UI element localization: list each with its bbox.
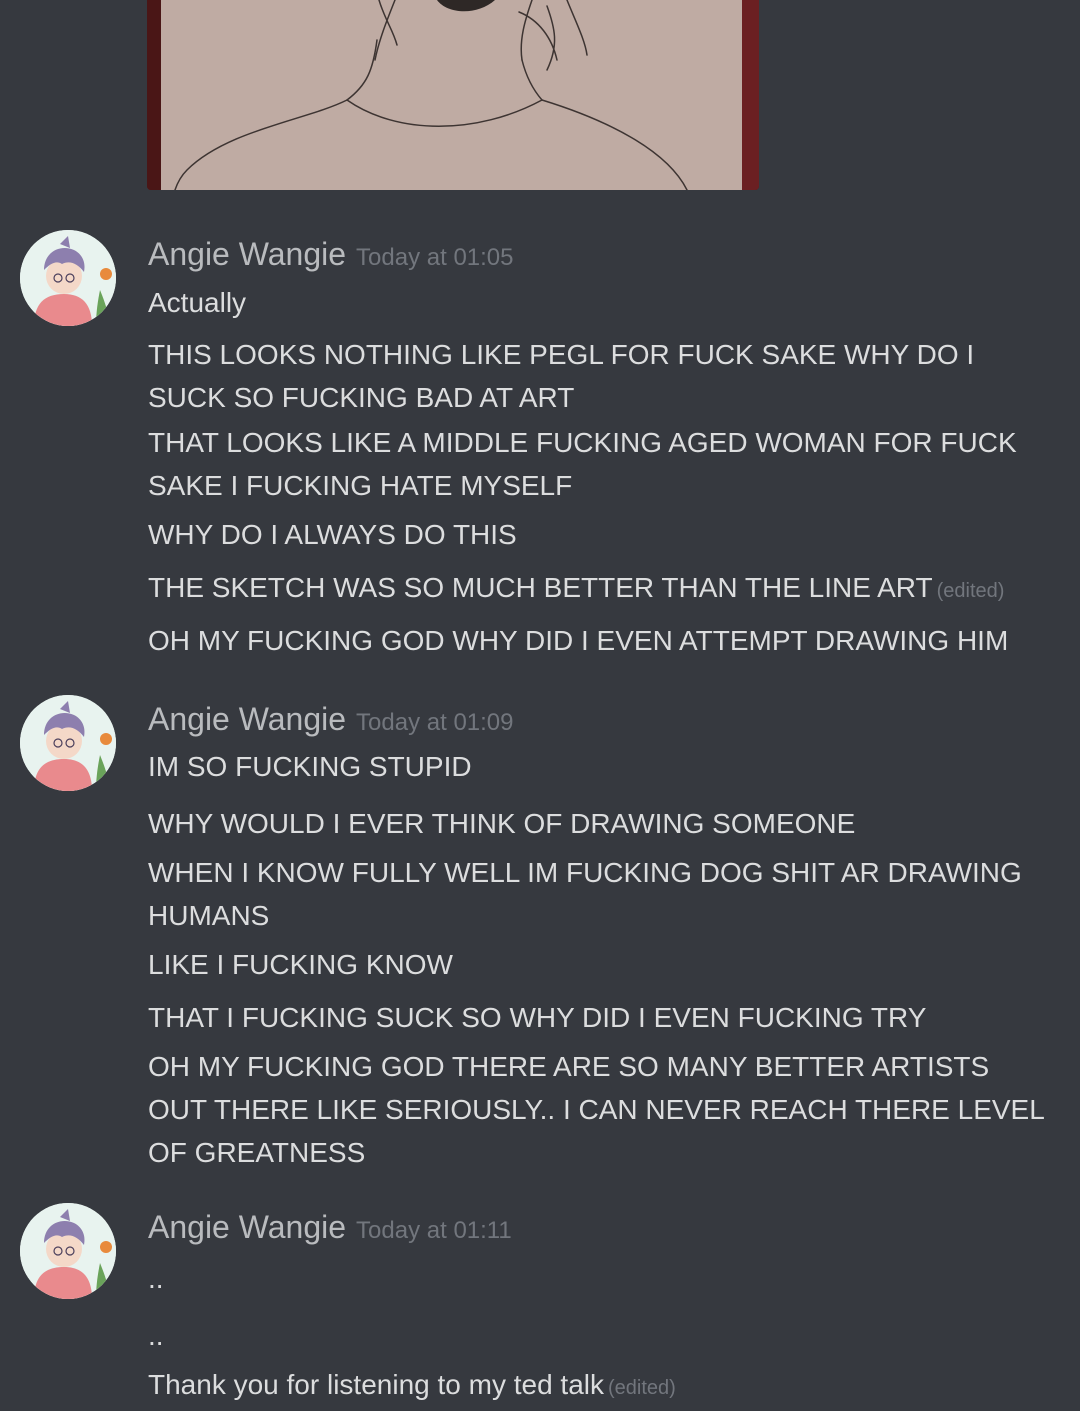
timestamp: Today at 01:09 — [356, 709, 514, 736]
sketch-image-icon — [147, 0, 759, 190]
edited-label: (edited) — [608, 1377, 676, 1399]
message-text: IM SO FUCKING STUPID — [148, 751, 472, 782]
message-author[interactable]: Angie Wangie Today at 01:11 — [148, 1207, 512, 1251]
message-text: WHY DO I ALWAYS DO THIS — [148, 519, 517, 550]
message-edited: Thank you for listening to my ted talk (e… — [148, 1363, 1048, 1410]
message-text: WHEN I KNOW FULLY WELL IM FUCKING DOG SH… — [148, 857, 1022, 931]
message-text: LIKE I FUCKING KNOW — [148, 949, 453, 980]
message-text: OH MY FUCKING GOD THERE ARE SO MANY BETT… — [148, 1051, 1044, 1168]
message-text: Actually — [148, 287, 247, 318]
timestamp: Today at 01:05 — [356, 244, 514, 271]
message-text: THAT I FUCKING SUCK SO WHY DID I EVEN FU… — [148, 1002, 927, 1033]
user-avatar-icon[interactable] — [20, 230, 116, 326]
chat-log: Angie Wangie Today at 01:05 Actually THIS… — [0, 0, 1080, 1411]
message-text: .. — [148, 1320, 164, 1351]
username[interactable]: Angie Wangie — [148, 1209, 346, 1245]
message-text: THE SKETCH WAS SO MUCH BETTER THAN THE L… — [148, 572, 933, 603]
message-text: .. — [148, 1263, 164, 1294]
message-edited: THE SKETCH WAS SO MUCH BETTER THAN THE L… — [148, 566, 1048, 613]
message-text: OH MY FUCKING GOD WHY DID I EVEN ATTEMPT… — [148, 625, 1009, 656]
message-author[interactable]: Angie Wangie Today at 01:09 — [148, 699, 514, 743]
attachment-image[interactable] — [147, 0, 759, 190]
user-avatar-icon[interactable] — [20, 1203, 116, 1299]
message-text: THAT LOOKS LIKE A MIDDLE FUCKING AGED WO… — [148, 427, 1017, 501]
message-text: WHY WOULD I EVER THINK OF DRAWING SOMEON… — [148, 808, 856, 839]
edited-label: (edited) — [936, 580, 1005, 602]
message-text: Thank you for listening to my ted talk — [148, 1369, 604, 1400]
user-avatar-icon[interactable] — [20, 695, 116, 791]
message-author[interactable]: Angie Wangie Today at 01:05 — [148, 234, 514, 278]
username[interactable]: Angie Wangie — [148, 236, 346, 272]
timestamp: Today at 01:11 — [356, 1217, 512, 1244]
message-text: THIS LOOKS NOTHING LIKE PEGL FOR FUCK SA… — [148, 339, 975, 413]
username[interactable]: Angie Wangie — [148, 701, 346, 737]
